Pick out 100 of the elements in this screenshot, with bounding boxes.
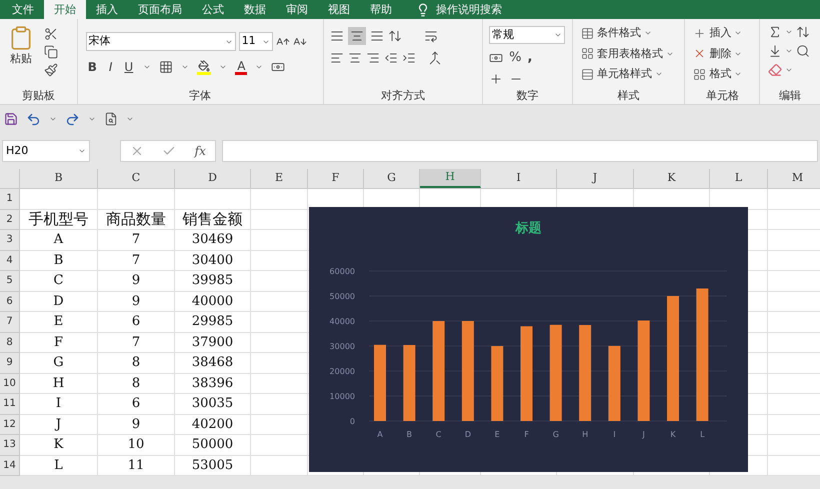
column-header[interactable]: F xyxy=(308,169,364,188)
font-name-field[interactable]: 宋体 xyxy=(86,32,236,51)
axis-tick-label: 40000 xyxy=(330,317,355,326)
table-cell: 9 xyxy=(98,271,175,292)
axis-tick-label: B xyxy=(406,430,412,439)
ribbon-tab[interactable]: 视图 xyxy=(318,0,360,19)
table-cell: 50000 xyxy=(175,435,251,456)
table-cell: B xyxy=(20,250,98,271)
column-header[interactable]: M xyxy=(768,169,820,188)
column-header[interactable]: D xyxy=(175,169,251,188)
group-label: 数字 xyxy=(516,88,538,104)
row-header[interactable]: 4 xyxy=(0,250,20,271)
axis-tick-label: H xyxy=(582,430,588,439)
table-cell: L xyxy=(20,456,98,476)
ribbon-tab[interactable]: 开始 xyxy=(44,0,86,19)
table-cell: C xyxy=(20,271,98,292)
ribbon-tab[interactable]: 帮助 xyxy=(360,0,402,19)
ribbon-tab[interactable]: 文件 xyxy=(2,0,44,19)
axis-tick-label: K xyxy=(670,430,676,439)
row-header[interactable]: 6 xyxy=(0,292,20,312)
comma-button[interactable]: , xyxy=(527,48,532,68)
row-header[interactable]: 12 xyxy=(0,414,20,435)
row-header[interactable]: 7 xyxy=(0,312,20,332)
axis-tick-label: I xyxy=(613,430,616,439)
group-label: 字体 xyxy=(189,88,212,104)
row-header[interactable]: 3 xyxy=(0,230,20,250)
insert-function-button[interactable]: fx xyxy=(194,142,206,160)
style-menu-button[interactable]: 套用表格格式 xyxy=(580,46,676,62)
table-cell: 9 xyxy=(98,292,175,312)
bold-button[interactable]: B xyxy=(86,58,99,76)
percent-button[interactable]: % xyxy=(509,48,522,68)
row-header[interactable]: 5 xyxy=(0,271,20,292)
column-header[interactable]: I xyxy=(481,169,557,188)
axis-tick-label: J xyxy=(642,430,645,439)
column-header[interactable]: E xyxy=(251,169,308,188)
column-header[interactable]: B xyxy=(20,169,98,188)
axis-tick-label: C xyxy=(436,430,442,439)
group-label: 编辑 xyxy=(779,88,802,104)
style-menu-button[interactable]: 单元格样式 xyxy=(580,66,676,82)
table-cell: H xyxy=(20,374,98,394)
underline-button[interactable]: U xyxy=(122,58,136,76)
table-cell: 6 xyxy=(98,312,175,332)
axis-tick-label: 30000 xyxy=(330,342,355,351)
style-menu-button[interactable]: 条件格式 xyxy=(580,25,676,42)
group-label: 样式 xyxy=(618,88,640,104)
table-cell: 10 xyxy=(98,435,175,456)
row-header[interactable]: 9 xyxy=(0,353,20,374)
cell-menu-button[interactable]: 插入 xyxy=(693,25,752,42)
table-cell: 38396 xyxy=(175,374,251,394)
row-header[interactable]: 2 xyxy=(0,210,20,230)
row-header[interactable]: 10 xyxy=(0,374,20,394)
row-header[interactable]: 1 xyxy=(0,189,20,210)
table-cell: 40200 xyxy=(175,414,251,435)
table-cell: F xyxy=(20,332,98,353)
column-header[interactable]: J xyxy=(557,169,634,188)
row-header[interactable]: 14 xyxy=(0,456,20,476)
tell-me-search[interactable]: 操作说明搜索 xyxy=(436,0,502,19)
table-cell: 29985 xyxy=(175,312,251,332)
axis-tick-label: E xyxy=(494,430,500,439)
ribbon-tab[interactable]: 审阅 xyxy=(276,0,318,19)
italic-button[interactable]: I xyxy=(106,58,114,76)
row-header[interactable]: 11 xyxy=(0,394,20,414)
column-header[interactable]: L xyxy=(710,169,768,188)
cell-menu-button[interactable]: 删除 xyxy=(693,46,752,62)
header-cell: 商品数量 xyxy=(98,210,175,230)
table-cell: K xyxy=(20,435,98,456)
table-cell: 9 xyxy=(98,414,175,435)
group-label: 单元格 xyxy=(706,88,739,104)
table-cell: 8 xyxy=(98,353,175,374)
table-cell: 53005 xyxy=(175,456,251,476)
font-color-button[interactable]: A xyxy=(235,60,248,74)
table-cell: 38468 xyxy=(175,353,251,374)
chart-area[interactable]: 标题 0 10000 20000 30000 40000 50000 60000 A B C D E F G H I J K L xyxy=(309,207,748,472)
axis-tick-label: G xyxy=(552,430,559,439)
table-cell: 7 xyxy=(98,332,175,353)
axis-tick-label: 60000 xyxy=(330,267,355,276)
header-cell: 销售金额 xyxy=(175,210,251,230)
paste-button[interactable]: 粘贴 xyxy=(8,25,34,88)
column-header[interactable]: C xyxy=(98,169,175,188)
table-cell: A xyxy=(20,230,98,250)
column-header[interactable]: H xyxy=(420,169,481,188)
table-cell: 6 xyxy=(98,394,175,414)
row-header[interactable]: 13 xyxy=(0,435,20,456)
column-header[interactable]: K xyxy=(634,169,710,188)
row-header[interactable]: 8 xyxy=(0,332,20,353)
table-cell: 7 xyxy=(98,230,175,250)
table-cell: 8 xyxy=(98,374,175,394)
table-cell: 37900 xyxy=(175,332,251,353)
name-box[interactable]: H20 xyxy=(2,140,90,162)
number-format-field[interactable]: 常规 xyxy=(489,26,566,44)
cell-menu-button[interactable]: 格式 xyxy=(693,66,752,82)
ribbon-tab[interactable]: 插入 xyxy=(86,0,128,19)
axis-tick-label: D xyxy=(464,430,471,439)
ribbon-tab[interactable]: 公式 xyxy=(192,0,234,19)
font-size-field[interactable]: 11 xyxy=(238,32,273,51)
ribbon-tab[interactable]: 数据 xyxy=(234,0,276,19)
ribbon-tab[interactable]: 页面布局 xyxy=(128,0,192,19)
group-label: 对齐方式 xyxy=(380,88,425,104)
axis-tick-label: 0 xyxy=(350,417,355,426)
axis-tick-label: 20000 xyxy=(330,367,355,376)
